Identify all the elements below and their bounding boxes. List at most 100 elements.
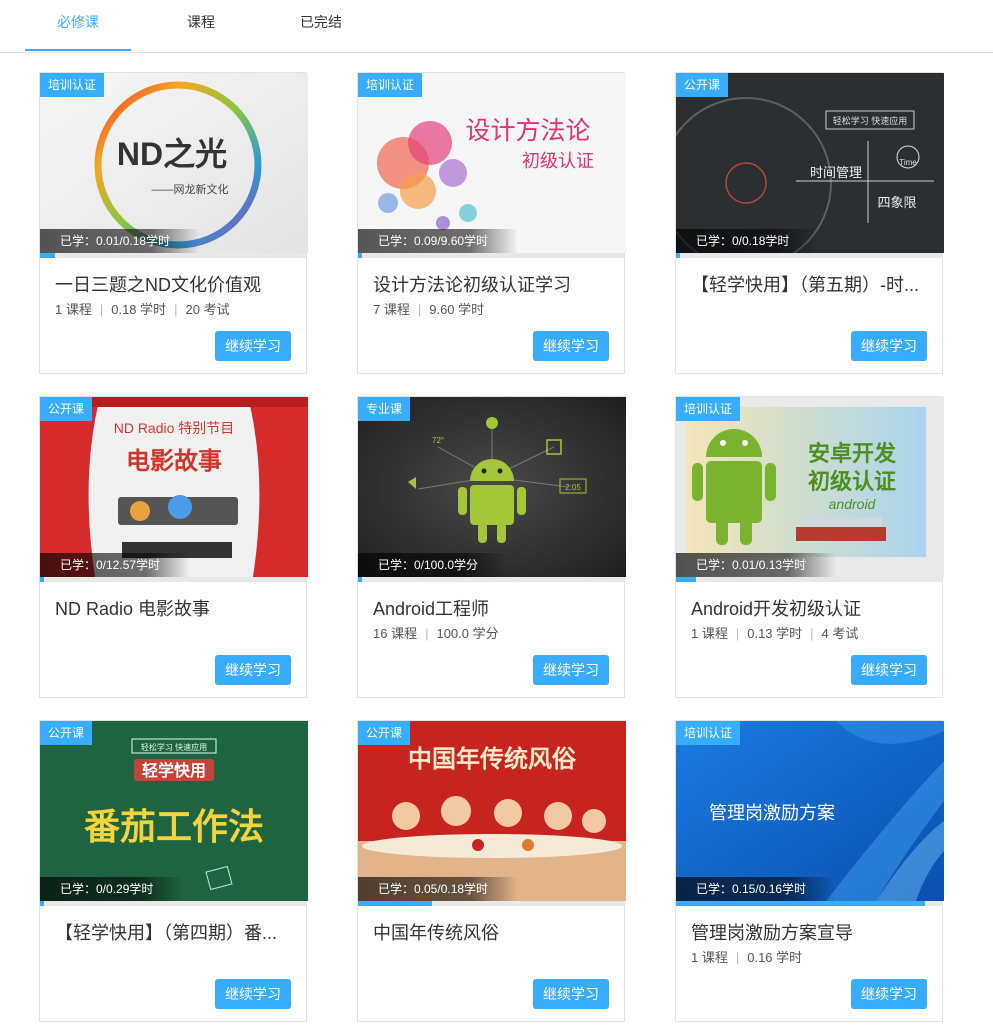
cover-title-text: 番茄工作法 — [84, 806, 264, 847]
cover-title-text: 时间管理 — [810, 165, 862, 180]
meta-item: 4 考试 — [821, 626, 859, 641]
progress-bar — [358, 901, 624, 906]
tab-bar: 必修课 课程 已完结 — [0, 0, 993, 53]
course-cover[interactable]: 设计方法论 初级认证 培训认证 已学：0.09/9.60学时 — [358, 73, 626, 253]
course-title[interactable]: Android开发初级认证 — [691, 595, 929, 621]
course-cover[interactable]: 轻松学习 快速应用 时间管理 四象限 Time 公开课 已学：0/0.18学时 — [676, 73, 944, 253]
continue-learning-button[interactable]: 继续学习 — [533, 655, 609, 685]
meta-item: 16 课程 — [373, 626, 418, 641]
course-title[interactable]: 一日三题之ND文化价值观 — [55, 271, 293, 297]
meta-item: 100.0 学分 — [436, 626, 499, 641]
tab-finished[interactable]: 已完结 — [285, 0, 357, 51]
meta-separator: | — [735, 950, 740, 965]
continue-learning-button[interactable]: 继续学习 — [533, 331, 609, 361]
continue-learning-button[interactable]: 继续学习 — [851, 655, 927, 685]
course-title[interactable]: 中国年传统风俗 — [373, 919, 611, 945]
cover-subtitle-text: 四象限 — [877, 195, 916, 210]
course-title[interactable]: ND Radio 电影故事 — [55, 595, 293, 621]
progress-bar — [40, 577, 306, 582]
meta-separator: | — [735, 626, 740, 641]
course-type-badge: 培训认证 — [676, 397, 741, 421]
progress-bar — [40, 253, 306, 258]
studied-hours: 已学：0/100.0学分 — [358, 553, 509, 577]
course-type-badge: 培训认证 — [40, 73, 105, 97]
course-title[interactable]: 管理岗激励方案宣导 — [691, 919, 929, 945]
studied-hours: 已学：0.01/0.18学时 — [40, 229, 201, 253]
course-card[interactable]: 设计方法论 初级认证 培训认证 已学：0.09/9.60学时 设计方法论初级认证… — [357, 72, 626, 374]
continue-learning-button[interactable]: 继续学习 — [533, 979, 609, 1009]
course-card[interactable]: 轻松学习 快速应用 轻学快用 番茄工作法 公开课 已学：0/0.29学时 【轻学… — [39, 720, 308, 1022]
cover-title-text: 电影故事 — [126, 448, 222, 475]
cover-image: ND之光 ——网龙新文化 — [40, 73, 308, 253]
progress-bar — [358, 253, 624, 258]
course-card[interactable]: 管理岗激励方案 培训认证 已学：0.15/0.16学时 管理岗激励方案宣导 1 … — [675, 720, 944, 1022]
continue-learning-button[interactable]: 继续学习 — [215, 655, 291, 685]
progress-bar — [358, 577, 624, 582]
course-meta: 7 课程 | 9.60 学时 — [373, 299, 484, 318]
progress-bar — [676, 901, 942, 906]
studied-hours: 已学：0/0.29学时 — [40, 877, 184, 901]
meta-separator: | — [99, 302, 104, 317]
continue-learning-button[interactable]: 继续学习 — [851, 331, 927, 361]
course-title[interactable]: 【轻学快用】（第五期）-时... — [691, 271, 929, 297]
course-cover[interactable]: 中国年传统风俗 公开课 已学：0.05/0.18学时 — [358, 721, 626, 901]
course-cover[interactable]: ND Radio 特别节目 电影故事 公开课 已学：0/12.57学时 — [40, 397, 308, 577]
cover-image: ND Radio 特别节目 电影故事 — [40, 397, 308, 577]
course-card[interactable]: 中国年传统风俗 公开课 已学：0.05/0.18学时 中国年传统风俗 继续学习 — [357, 720, 626, 1022]
course-title[interactable]: 【轻学快用】（第四期）番... — [55, 919, 293, 945]
cover-title-text: 中国年传统风俗 — [408, 745, 577, 773]
cover-title-text: 安卓开发 — [808, 441, 897, 466]
progress-bar — [676, 253, 942, 258]
tab-courses[interactable]: 课程 — [170, 0, 232, 51]
meta-separator: | — [174, 302, 178, 317]
course-cover[interactable]: 72° 2:05 专业课 已学：0/100.0学分 — [358, 397, 626, 577]
course-type-badge: 公开课 — [676, 73, 729, 97]
meta-separator: | — [810, 626, 814, 641]
cover-image: 设计方法论 初级认证 — [358, 73, 626, 253]
cover-subtitle-text: 初级认证 — [808, 469, 896, 494]
meta-item: 7 课程 — [373, 302, 410, 317]
meta-item: 0.18 学时 — [111, 302, 167, 317]
course-type-badge: 公开课 — [40, 721, 93, 745]
meta-item: 1 课程 — [691, 626, 728, 641]
cover-image: 管理岗激励方案 — [676, 721, 944, 901]
progress-bar — [676, 577, 942, 582]
course-cover[interactable]: 管理岗激励方案 培训认证 已学：0.15/0.16学时 — [676, 721, 944, 901]
course-type-badge: 公开课 — [40, 397, 93, 421]
cover-title-text: ND之光 — [117, 136, 227, 172]
course-card[interactable]: ND之光 ——网龙新文化 培训认证 已学：0.01/0.18学时 一日三题之ND… — [39, 72, 308, 374]
meta-item: 0.16 学时 — [747, 950, 803, 965]
course-meta: 1 课程 | 0.13 学时 | 4 考试 — [691, 623, 858, 642]
cover-image: 轻松学习 快速应用 轻学快用 番茄工作法 — [40, 721, 308, 901]
course-meta: 16 课程 | 100.0 学分 — [373, 623, 499, 642]
course-card[interactable]: 安卓开发 初级认证 android 培训认证 已学：0.01/0.13学时 An… — [675, 396, 944, 698]
course-card[interactable]: ND Radio 特别节目 电影故事 公开课 已学：0/12.57学时 ND R… — [39, 396, 308, 698]
continue-learning-button[interactable]: 继续学习 — [215, 331, 291, 361]
studied-hours: 已学：0.01/0.13学时 — [676, 553, 837, 577]
meta-item: 20 考试 — [185, 302, 230, 317]
course-cover[interactable]: ND之光 ——网龙新文化 培训认证 已学：0.01/0.18学时 — [40, 73, 308, 253]
cover-subtitle-text: ——网龙新文化 — [152, 182, 229, 196]
course-cover[interactable]: 轻松学习 快速应用 轻学快用 番茄工作法 公开课 已学：0/0.29学时 — [40, 721, 308, 901]
cover-image: 72° 2:05 — [358, 397, 626, 577]
meta-separator: | — [425, 626, 429, 641]
course-meta: 1 课程 | 0.18 学时 | 20 考试 — [55, 299, 230, 318]
cover-clock-text: 2:05 — [565, 483, 581, 492]
course-cover[interactable]: 安卓开发 初级认证 android 培训认证 已学：0.01/0.13学时 — [676, 397, 944, 577]
cover-time-text: Time — [899, 158, 917, 167]
course-card[interactable]: 轻松学习 快速应用 时间管理 四象限 Time 公开课 已学：0/0.18学时 … — [675, 72, 944, 374]
cover-slogan-text: 轻松学习 快速应用 — [141, 742, 207, 752]
tab-required[interactable]: 必修课 — [25, 0, 131, 51]
studied-hours: 已学：0.09/9.60学时 — [358, 229, 519, 253]
course-title[interactable]: Android工程师 — [373, 595, 611, 621]
continue-learning-button[interactable]: 继续学习 — [851, 979, 927, 1009]
continue-learning-button[interactable]: 继续学习 — [215, 979, 291, 1009]
course-type-badge: 公开课 — [358, 721, 411, 745]
course-card[interactable]: 72° 2:05 专业课 已学：0/100.0学分 Android工程师 16 … — [357, 396, 626, 698]
studied-hours: 已学：0.05/0.18学时 — [358, 877, 519, 901]
course-title[interactable]: 设计方法论初级认证学习 — [373, 271, 611, 297]
cover-image: 轻松学习 快速应用 时间管理 四象限 Time — [676, 73, 944, 253]
course-type-badge: 专业课 — [358, 397, 411, 421]
cover-android-text: android — [829, 496, 877, 512]
course-meta: 1 课程 | 0.16 学时 — [691, 947, 802, 966]
